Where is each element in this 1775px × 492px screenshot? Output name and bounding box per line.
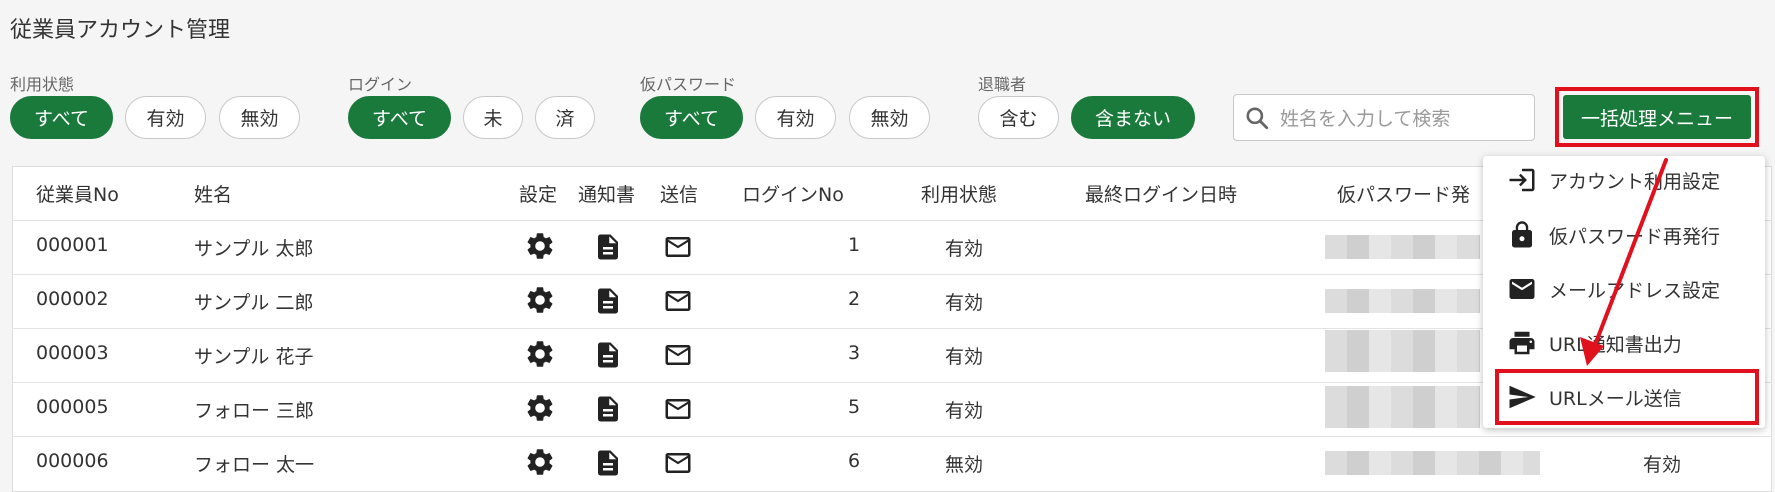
annotation-arrow xyxy=(1580,158,1668,366)
